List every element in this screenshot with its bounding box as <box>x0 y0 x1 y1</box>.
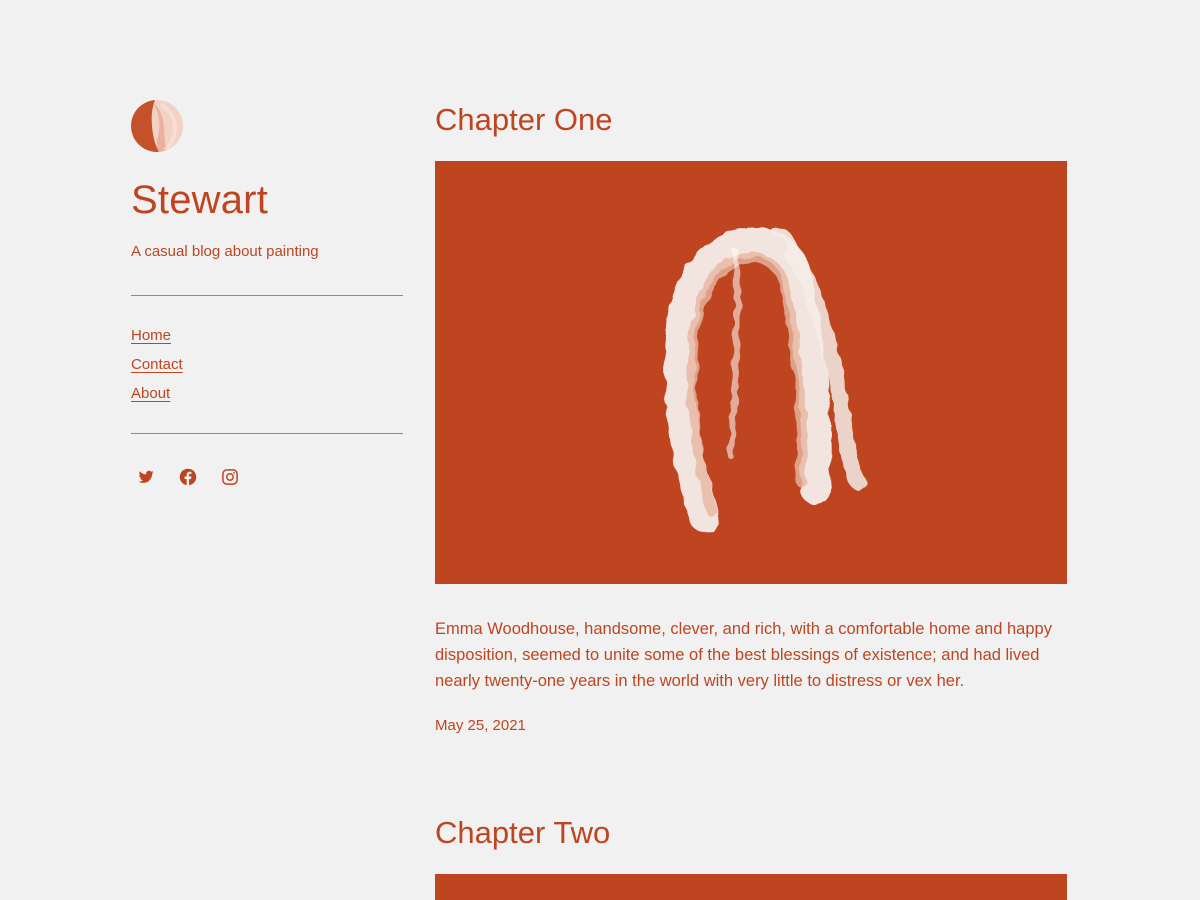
primary-nav: Home Contact About <box>131 326 403 413</box>
twitter-icon <box>138 470 154 483</box>
post-title[interactable]: Chapter Two <box>435 813 1067 853</box>
post-featured-image[interactable] <box>435 874 1067 900</box>
sidebar: Stewart A casual blog about painting Hom… <box>131 100 403 486</box>
sidebar-divider <box>131 295 403 296</box>
twitter-link[interactable] <box>137 468 155 486</box>
site-tagline: A casual blog about painting <box>131 243 319 260</box>
post-date[interactable]: May 25, 2021 <box>435 716 1067 736</box>
nav-item: Contact <box>131 355 403 384</box>
nav-link-contact[interactable]: Contact <box>131 356 183 373</box>
site-title[interactable]: Stewart <box>131 178 403 222</box>
site-logo-icon[interactable] <box>131 100 183 152</box>
facebook-link[interactable] <box>179 468 197 486</box>
nav-item: About <box>131 384 403 413</box>
post-title[interactable]: Chapter One <box>435 100 1067 140</box>
post-item: Chapter Two <box>435 813 1067 900</box>
instagram-icon <box>222 469 238 485</box>
social-links <box>137 468 403 486</box>
post-item: Chapter One Emma Woodhouse, handsome, cl… <box>435 100 1067 736</box>
post-list: Chapter One Emma Woodhouse, handsome, cl… <box>435 100 1067 900</box>
instagram-link[interactable] <box>221 468 239 486</box>
facebook-icon <box>179 468 197 486</box>
post-featured-image[interactable] <box>435 161 1067 584</box>
brush-stroke-arch-image <box>663 226 867 533</box>
nav-item: Home <box>131 326 403 355</box>
nav-link-home[interactable]: Home <box>131 327 171 344</box>
post-excerpt: Emma Woodhouse, handsome, clever, and ri… <box>435 620 1052 690</box>
sidebar-divider <box>131 433 403 434</box>
nav-link-about[interactable]: About <box>131 385 170 402</box>
